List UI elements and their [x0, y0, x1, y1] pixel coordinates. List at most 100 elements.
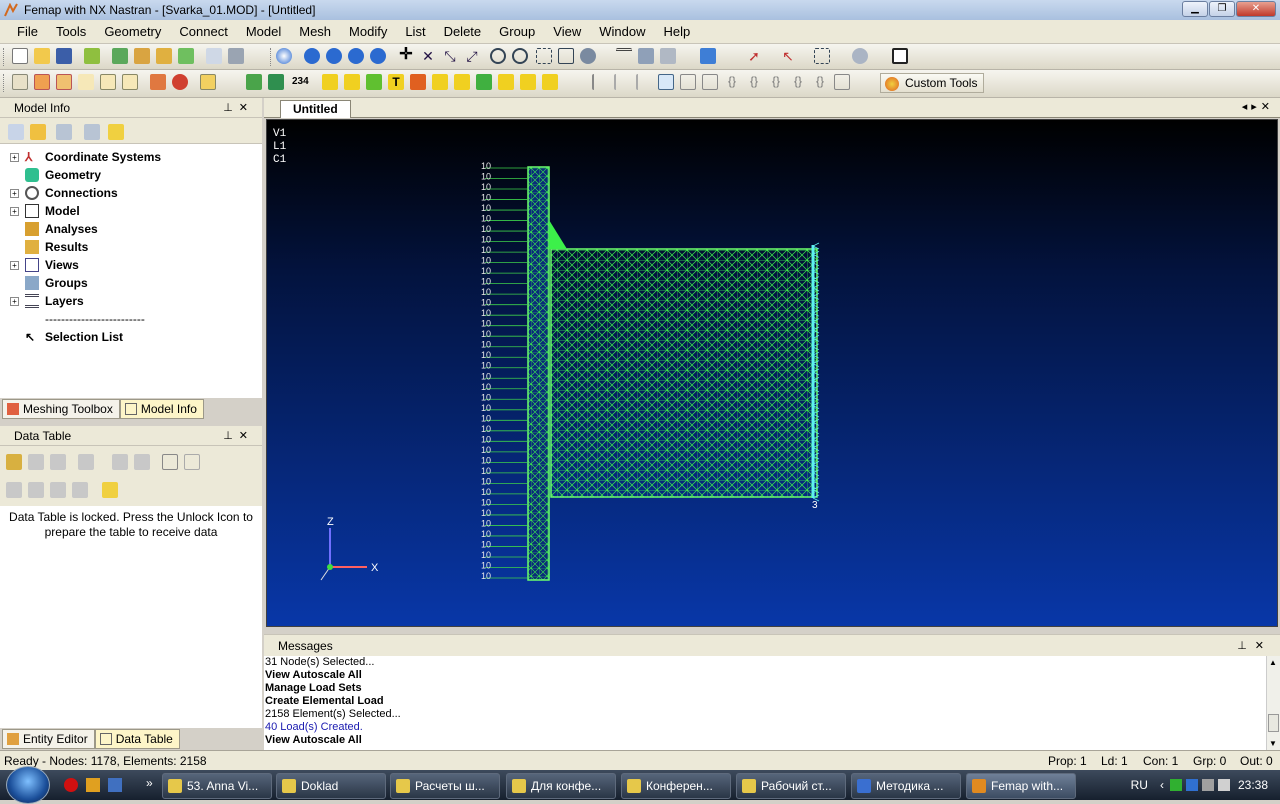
property-icon[interactable] — [520, 74, 536, 90]
tree-folder-icon[interactable] — [30, 124, 46, 140]
menu-view[interactable]: View — [544, 24, 590, 39]
clock[interactable]: 23:38 — [1238, 778, 1268, 792]
layer-icon[interactable] — [638, 48, 654, 64]
close-panel-icon[interactable]: ✕ — [1255, 640, 1272, 652]
pin-icon[interactable]: ⊥ — [1237, 640, 1255, 652]
tree-filter-icon[interactable] — [56, 124, 72, 140]
language-indicator[interactable]: RU — [1131, 778, 1148, 792]
solid-icon[interactable] — [410, 74, 426, 90]
point-icon[interactable] — [454, 74, 470, 90]
close-panel-icon[interactable]: ✕ — [239, 102, 254, 114]
view-tab-controls[interactable]: ◂▸✕ — [1242, 100, 1274, 113]
remesh-icon[interactable] — [268, 74, 284, 90]
dt-deselect-icon[interactable] — [28, 482, 44, 498]
dt-columns-icon[interactable] — [78, 454, 94, 470]
dt-filter-icon[interactable] — [134, 454, 150, 470]
lock-icon[interactable] — [6, 454, 22, 470]
print-icon[interactable] — [228, 48, 244, 64]
dt-hide-icon[interactable] — [72, 482, 88, 498]
tab-model-info[interactable]: Model Info — [119, 399, 204, 419]
dt-save-icon[interactable] — [50, 454, 66, 470]
table2-icon[interactable] — [702, 74, 718, 90]
table-icon[interactable] — [680, 74, 696, 90]
tree-item-coordinate-systems[interactable]: + ⅄ Coordinate Systems — [10, 148, 161, 166]
load-display-icon[interactable] — [150, 74, 166, 90]
tree-item-analyses[interactable]: Analyses — [10, 220, 98, 238]
material-icon[interactable] — [498, 74, 514, 90]
table-display-icon[interactable] — [122, 74, 138, 90]
tree-item-results[interactable]: Results — [10, 238, 88, 256]
new-file-icon[interactable] — [12, 48, 28, 64]
quicklaunch-more-icon[interactable]: » — [146, 776, 153, 790]
graphics-viewport[interactable]: V1 L1 C1 10 10 10 10 10 10 10 10 10 10 10 10 10 10 10 1… — [266, 119, 1278, 627]
messages-scrollbar[interactable]: ▲ ▼ — [1266, 656, 1280, 750]
opera-icon[interactable] — [64, 778, 78, 792]
edit-icon[interactable] — [200, 74, 216, 90]
scroll-thumb[interactable] — [1268, 714, 1279, 732]
import-icon[interactable] — [112, 48, 128, 64]
view-style-icon[interactable] — [580, 48, 596, 64]
zoom-extents-icon[interactable]: ✕ — [420, 48, 436, 64]
grid-display-icon[interactable] — [78, 74, 94, 90]
dt-remove-rows-icon[interactable] — [184, 454, 200, 470]
close-panel-icon[interactable]: ✕ — [239, 430, 254, 442]
toolbar-grip-2[interactable] — [3, 74, 6, 92]
analyze-icon[interactable] — [156, 48, 172, 64]
close-button[interactable]: ✕ — [1236, 1, 1276, 17]
align-left-icon[interactable] — [592, 74, 608, 90]
rotate-down-icon[interactable] — [370, 48, 386, 64]
braces-icon[interactable]: {} — [724, 74, 740, 90]
show-desktop-icon[interactable] — [108, 778, 122, 792]
text-icon[interactable]: T — [388, 74, 404, 90]
dt-select-icon[interactable] — [6, 482, 22, 498]
geometry-display-icon[interactable] — [56, 74, 72, 90]
menu-model[interactable]: Model — [237, 24, 290, 39]
solid-view-icon[interactable] — [660, 48, 676, 64]
braces3-icon[interactable]: {} — [768, 74, 784, 90]
demagnify-icon[interactable] — [512, 48, 528, 64]
zoom-fit-icon[interactable] — [558, 48, 574, 64]
menu-file[interactable]: File — [8, 24, 47, 39]
coordinate-icon[interactable] — [432, 74, 448, 90]
geometry-tools-icon[interactable] — [84, 48, 100, 64]
menu-window[interactable]: Window — [590, 24, 654, 39]
select-window-icon[interactable] — [814, 48, 830, 64]
dt-copy-icon[interactable] — [28, 454, 44, 470]
tray-expand-icon[interactable]: ‹ — [1160, 778, 1164, 792]
distribute-icon[interactable] — [636, 74, 652, 90]
pan-icon[interactable]: ✛ — [398, 47, 414, 64]
label-display-icon[interactable] — [100, 74, 116, 90]
menu-modify[interactable]: Modify — [340, 24, 396, 39]
tree-item-layers[interactable]: + Layers — [10, 292, 84, 310]
check-icon[interactable] — [542, 74, 558, 90]
mesh-toolbar-icon[interactable] — [246, 74, 262, 90]
rotate-left-icon[interactable] — [304, 48, 320, 64]
print-preview-icon[interactable] — [206, 48, 222, 64]
tree-expand-icon[interactable] — [8, 124, 24, 140]
entity-display-icon[interactable] — [12, 74, 28, 90]
tree-item-views[interactable]: + Views — [10, 256, 79, 274]
save-icon[interactable] — [56, 48, 72, 64]
scroll-down-icon[interactable]: ▼ — [1269, 739, 1277, 748]
task-item[interactable]: Для конфе... — [506, 773, 616, 799]
tray-device-icon[interactable] — [1201, 779, 1214, 791]
tray-app-icon[interactable] — [1169, 779, 1182, 791]
list-icon[interactable] — [834, 74, 850, 90]
quicklaunch-femap-icon[interactable] — [86, 778, 100, 792]
zoom-in-arrows-icon[interactable]: ⤡ — [442, 48, 458, 64]
grid-table-icon[interactable] — [658, 74, 674, 90]
task-item[interactable]: Конферен... — [621, 773, 731, 799]
task-item[interactable]: Расчеты ш... — [390, 773, 500, 799]
minimize-button[interactable]: ▁ — [1182, 1, 1208, 17]
dt-highlight-icon[interactable] — [102, 482, 118, 498]
menu-geometry[interactable]: Geometry — [95, 24, 170, 39]
start-button[interactable] — [6, 766, 50, 804]
select-entity-icon[interactable]: ➚ — [746, 48, 762, 64]
tree-highlight-icon[interactable] — [108, 124, 124, 140]
tree-item-connections[interactable]: + Connections — [10, 184, 118, 202]
curve-icon[interactable] — [344, 74, 360, 90]
pin-icon[interactable]: ⊥ — [223, 102, 239, 114]
tab-meshing-toolbox[interactable]: Meshing Toolbox — [2, 399, 120, 419]
tree-item-groups[interactable]: Groups — [10, 274, 88, 292]
tray-network-icon[interactable] — [1185, 779, 1198, 791]
